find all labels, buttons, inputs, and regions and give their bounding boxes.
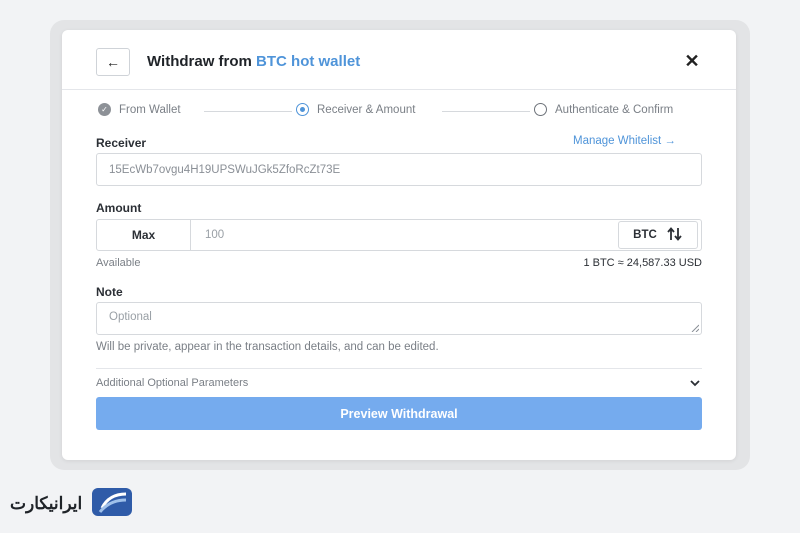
note-placeholder: Optional (109, 311, 152, 323)
receiver-label: Receiver (96, 136, 147, 150)
check-icon: ✓ (98, 103, 111, 116)
preview-withdrawal-button[interactable]: Preview Withdrawal (96, 397, 702, 430)
step-connector (442, 111, 530, 112)
swap-vertical-icon (667, 226, 683, 244)
amount-label: Amount (96, 201, 142, 215)
note-helper-text: Will be private, appear in the transacti… (96, 341, 439, 353)
step-receiver-amount: Receiver & Amount (296, 103, 415, 116)
watermark-text: ایرانیکارت (10, 494, 83, 513)
arrow-left-icon: ← (106, 54, 120, 70)
advanced-params-label: Additional Optional Parameters (96, 377, 249, 389)
watermark-logo: ایرانیکارت (10, 484, 136, 524)
title-prefix: Withdraw from (147, 53, 257, 70)
exchange-rate: 1 BTC ≈ 24,587.33 USD (583, 257, 702, 269)
step-connector (204, 111, 292, 112)
note-textarea[interactable]: Optional (96, 302, 702, 335)
note-label: Note (96, 285, 123, 299)
step-label: From Wallet (119, 103, 181, 116)
step-from-wallet: ✓ From Wallet (98, 103, 181, 116)
wallet-name: BTC hot wallet (256, 53, 361, 70)
manage-whitelist-link[interactable]: Manage Whitelist → (573, 135, 676, 147)
divider (96, 368, 702, 369)
close-button[interactable]: ✕ (682, 51, 702, 71)
radio-active-icon (296, 103, 309, 116)
stepper: ✓ From Wallet Receiver & Amount Authenti… (98, 103, 702, 121)
receiver-input[interactable]: 15EcWb7ovgu4H19UPSWuJGk5ZfoRcZt73E (96, 153, 702, 186)
max-button[interactable]: Max (96, 219, 191, 251)
modal-header: ← Withdraw from BTC hot wallet ✕ (62, 30, 736, 90)
available-label: Available (96, 257, 141, 269)
step-label: Receiver & Amount (317, 103, 416, 116)
withdraw-modal: ← Withdraw from BTC hot wallet ✕ ✓ From … (62, 30, 736, 460)
currency-label: BTC (633, 229, 657, 241)
currency-toggle-button[interactable]: BTC (618, 221, 698, 249)
step-label: Authenticate & Confirm (555, 103, 674, 116)
advanced-params-toggle[interactable]: Additional Optional Parameters (96, 376, 702, 394)
close-icon: ✕ (684, 51, 700, 71)
chevron-down-icon (690, 376, 700, 390)
receiver-value: 15EcWb7ovgu4H19UPSWuJGk5ZfoRcZt73E (109, 163, 341, 176)
step-authenticate: Authenticate & Confirm (534, 103, 673, 116)
card-logo-icon (88, 484, 136, 525)
resize-handle-icon[interactable] (691, 324, 699, 332)
back-button[interactable]: ← (96, 48, 130, 76)
modal-title: Withdraw from BTC hot wallet (147, 53, 360, 70)
radio-empty-icon (534, 103, 547, 116)
amount-value: 100 (205, 229, 225, 241)
